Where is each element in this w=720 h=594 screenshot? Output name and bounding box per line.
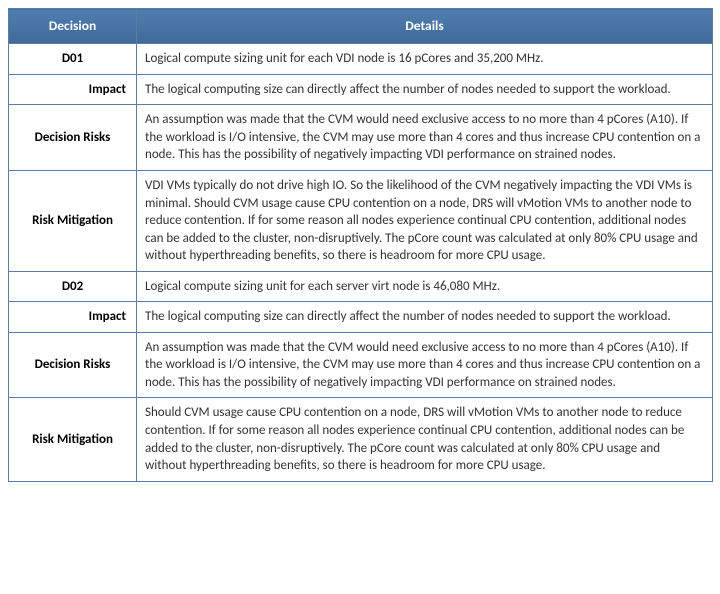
row-details: VDI VMs typically do not drive high IO. … <box>137 170 713 271</box>
header-details: Details <box>137 9 713 44</box>
table-row: D01 Logical compute sizing unit for each… <box>9 44 713 75</box>
row-label: Impact <box>9 302 137 333</box>
row-details: The logical computing size can directly … <box>137 302 713 333</box>
row-details: Logical compute sizing unit for each VDI… <box>137 44 713 75</box>
table-row: Decision Risks An assumption was made th… <box>9 105 713 171</box>
table-row: Impact The logical computing size can di… <box>9 74 713 105</box>
table-row: Decision Risks An assumption was made th… <box>9 332 713 398</box>
row-details: An assumption was made that the CVM woul… <box>137 332 713 398</box>
row-label: D02 <box>9 271 137 302</box>
row-label: D01 <box>9 44 137 75</box>
row-label: Decision Risks <box>9 105 137 171</box>
row-details: Should CVM usage cause CPU contention on… <box>137 398 713 481</box>
table-row: Impact The logical computing size can di… <box>9 302 713 333</box>
row-label: Decision Risks <box>9 332 137 398</box>
row-details: Logical compute sizing unit for each ser… <box>137 271 713 302</box>
row-label: Risk Mitigation <box>9 170 137 271</box>
table-row: Risk Mitigation VDI VMs typically do not… <box>9 170 713 271</box>
decision-table: Decision Details D01 Logical compute siz… <box>8 8 713 482</box>
row-label: Risk Mitigation <box>9 398 137 481</box>
row-details: The logical computing size can directly … <box>137 74 713 105</box>
header-decision: Decision <box>9 9 137 44</box>
table-row: D02 Logical compute sizing unit for each… <box>9 271 713 302</box>
table-header: Decision Details <box>9 9 713 44</box>
row-details: An assumption was made that the CVM woul… <box>137 105 713 171</box>
row-label: Impact <box>9 74 137 105</box>
table-row: Risk Mitigation Should CVM usage cause C… <box>9 398 713 481</box>
